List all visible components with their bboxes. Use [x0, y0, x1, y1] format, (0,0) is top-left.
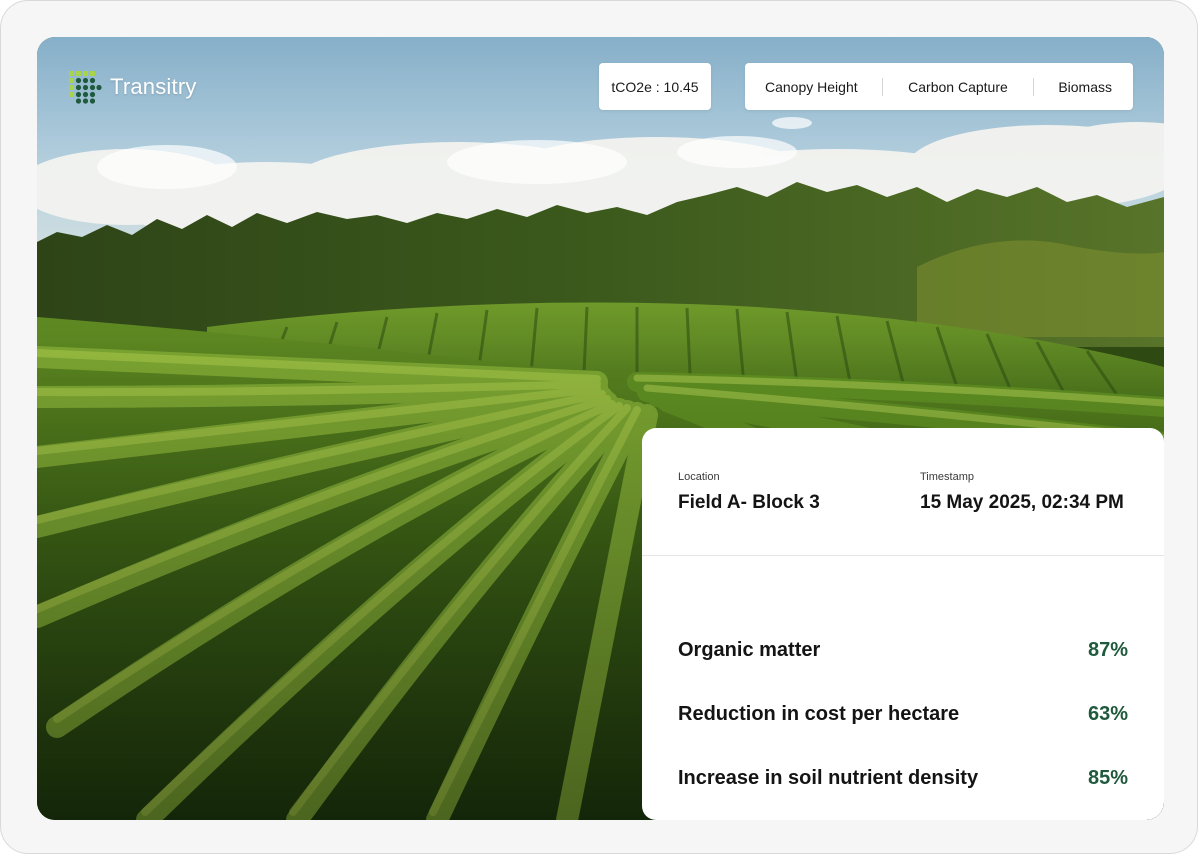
- location-label: Location: [678, 471, 720, 483]
- brand-logo[interactable]: Transitry: [68, 70, 197, 104]
- tab-divider: [1032, 77, 1034, 96]
- metric-row-nutrient-density: Increase in soil nutrient density 85%: [678, 767, 1128, 790]
- tab-biomass[interactable]: Biomass: [1058, 79, 1112, 95]
- location-block: Location Field A- Block 3: [678, 471, 820, 514]
- hero-screen: Transitry tCO2e : 10.45 Canopy Height Ca…: [37, 37, 1164, 820]
- field-info-card: Location Field A- Block 3 Timestamp 15 M…: [642, 428, 1164, 820]
- tab-carbon-capture[interactable]: Carbon Capture: [908, 79, 1008, 95]
- location-value: Field A- Block 3: [678, 492, 820, 513]
- dot-grid-logo-icon: [69, 71, 102, 104]
- timestamp-block: Timestamp 15 May 2025, 02:34 PM: [920, 471, 1124, 514]
- carbon-metric-chip: tCO2e : 10.45: [599, 63, 711, 110]
- metric-label: Increase in soil nutrient density: [678, 767, 979, 789]
- metric-label: Reduction in cost per hectare: [678, 703, 960, 725]
- metric-value: 63%: [1087, 703, 1128, 725]
- layer-tabs: Canopy Height Carbon Capture Biomass: [745, 63, 1133, 110]
- metric-value: 85%: [1087, 767, 1128, 789]
- tab-canopy-height[interactable]: Canopy Height: [765, 79, 858, 95]
- tab-divider: [882, 77, 884, 96]
- brand-name: Transitry: [110, 74, 197, 99]
- metric-label: Organic matter: [678, 639, 821, 661]
- carbon-metric-text: tCO2e : 10.45: [611, 78, 699, 95]
- timestamp-value: 15 May 2025, 02:34 PM: [920, 492, 1124, 513]
- card-meta-section: Location Field A- Block 3 Timestamp 15 M…: [642, 428, 1164, 556]
- metric-value: 87%: [1087, 639, 1128, 661]
- device-frame: Transitry tCO2e : 10.45 Canopy Height Ca…: [0, 0, 1198, 854]
- metric-row-cost-reduction: Reduction in cost per hectare 63%: [678, 703, 1128, 726]
- timestamp-label: Timestamp: [920, 471, 974, 483]
- metric-row-organic-matter: Organic matter 87%: [678, 639, 1128, 662]
